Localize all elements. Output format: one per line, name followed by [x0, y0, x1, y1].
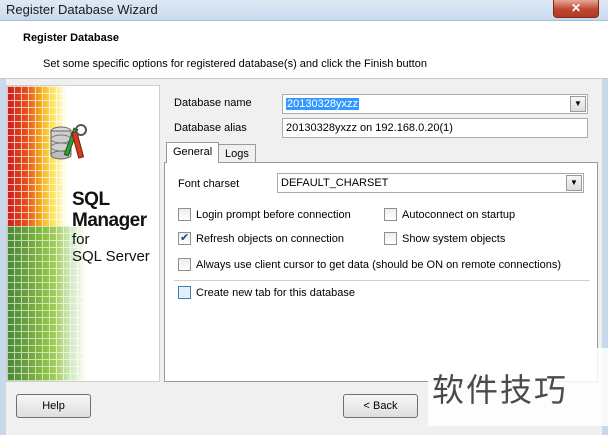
checkbox-box[interactable] — [178, 286, 191, 299]
database-name-combo[interactable]: 20130328yxzz ▼ — [282, 94, 588, 114]
database-icon — [50, 124, 87, 160]
product-name: SQL Manager for SQL Server — [72, 189, 150, 265]
product-name-line4: SQL Server — [72, 248, 150, 265]
checkbox-label: Autoconnect on startup — [402, 208, 516, 221]
product-name-line1: SQL — [72, 189, 110, 210]
back-button[interactable]: < Back — [343, 394, 418, 418]
wizard-header: Register Database Set some specific opti… — [0, 21, 608, 79]
font-charset-label: Font charset — [178, 178, 240, 190]
checkbox-label: Login prompt before connection — [196, 208, 351, 221]
step-description: Set some specific options for registered… — [43, 58, 427, 70]
close-icon: ✕ — [570, 1, 582, 15]
checkbox-label: Refresh objects on connection — [196, 232, 344, 245]
checkbox-box[interactable] — [178, 258, 191, 271]
title-bar: Register Database Wizard ✕ — [0, 0, 608, 21]
show-system-objects-checkbox[interactable]: Show system objects — [384, 232, 505, 245]
autoconnect-checkbox[interactable]: Autoconnect on startup — [384, 208, 515, 221]
step-title: Register Database — [23, 32, 119, 44]
separator — [174, 280, 590, 281]
database-alias-input[interactable]: 20130328yxzz on 192.168.0.20(1) — [282, 118, 588, 138]
chevron-down-icon[interactable]: ▼ — [566, 175, 582, 191]
checkbox-box[interactable] — [384, 208, 397, 221]
product-name-line2: Manager — [72, 210, 147, 231]
window-title: Register Database Wizard — [6, 2, 158, 17]
font-charset-combo[interactable]: DEFAULT_CHARSET ▼ — [277, 173, 584, 193]
close-button[interactable]: ✕ — [553, 0, 599, 18]
refresh-objects-checkbox[interactable]: Refresh objects on connection — [178, 231, 344, 245]
font-charset-value: DEFAULT_CHARSET — [281, 177, 389, 189]
checkbox-box[interactable] — [178, 231, 191, 245]
create-new-tab-checkbox[interactable]: Create new tab for this database — [178, 286, 355, 299]
chevron-down-icon[interactable]: ▼ — [570, 96, 586, 112]
checkbox-box[interactable] — [178, 208, 191, 221]
checkbox-label: Show system objects — [402, 232, 506, 245]
tab-logs[interactable]: Logs — [218, 144, 256, 162]
watermark-text: 软件技巧 — [432, 371, 569, 409]
help-button[interactable]: Help — [16, 394, 91, 418]
database-name-label: Database name — [174, 97, 252, 109]
checkbox-label: Always use client cursor to get data (sh… — [196, 258, 562, 271]
database-alias-label: Database alias — [174, 122, 247, 134]
database-alias-value: 20130328yxzz on 192.168.0.20(1) — [286, 122, 453, 134]
checkbox-box[interactable] — [384, 232, 397, 245]
watermark: 软件技巧 — [428, 348, 608, 426]
product-name-line3: for — [72, 231, 90, 248]
database-name-value: 20130328yxzz — [286, 98, 359, 110]
tab-general[interactable]: General — [166, 142, 220, 163]
login-prompt-checkbox[interactable]: Login prompt before connection — [178, 208, 351, 221]
checkbox-label: Create new tab for this database — [196, 286, 355, 299]
client-cursor-checkbox[interactable]: Always use client cursor to get data (sh… — [178, 258, 561, 271]
brand-panel: SQL Manager for SQL Server — [6, 85, 160, 382]
